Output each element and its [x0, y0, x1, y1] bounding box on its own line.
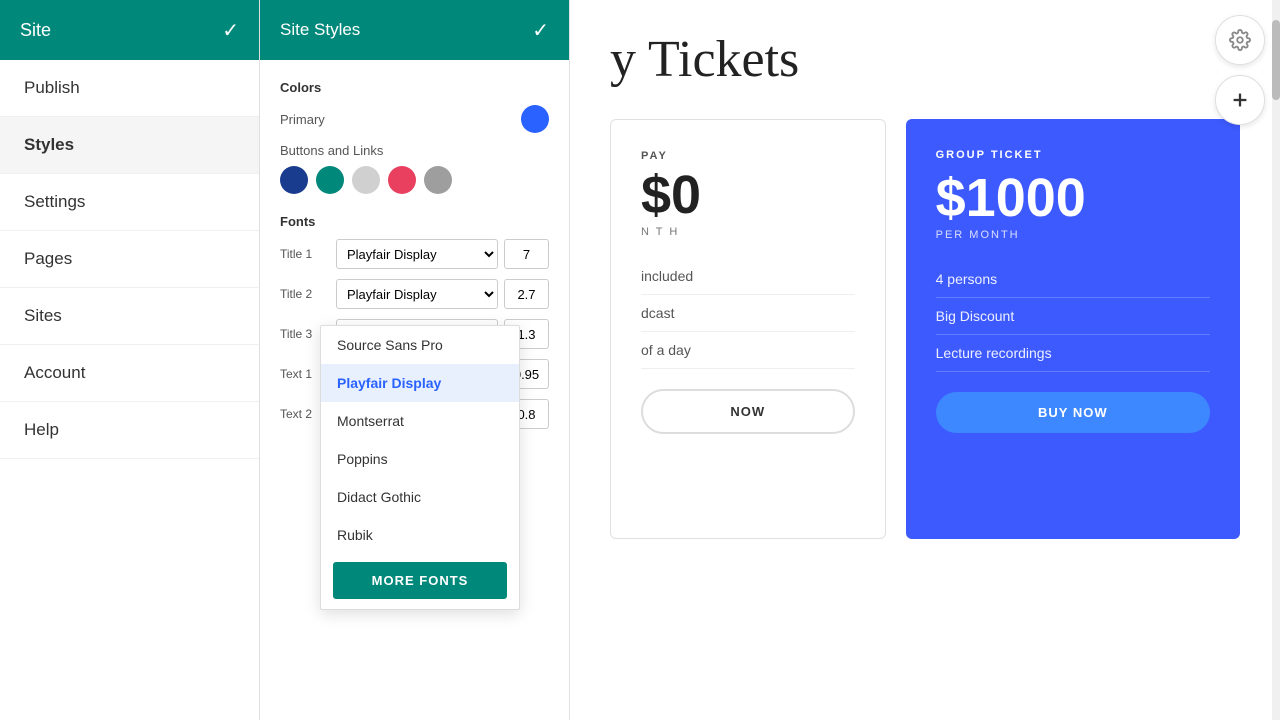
- white-ticket-type: PAY: [641, 150, 855, 162]
- swatch-pink-red[interactable]: [388, 166, 416, 194]
- fonts-section-label: Fonts: [280, 214, 549, 229]
- buttons-links-label: Buttons and Links: [280, 143, 549, 158]
- font-select-title2[interactable]: Playfair Display: [336, 279, 498, 309]
- dropdown-option-playfair-display[interactable]: Playfair Display: [321, 364, 519, 402]
- dropdown-option-didact-gothic[interactable]: Didact Gothic: [321, 478, 519, 516]
- white-price-currency: $: [641, 165, 671, 225]
- color-swatches: [280, 166, 549, 194]
- styles-panel-title: Site Styles: [280, 20, 360, 40]
- scroll-thumb[interactable]: [1272, 20, 1280, 100]
- blue-buy-now-button[interactable]: BUY NOW: [936, 392, 1210, 433]
- dropdown-option-source-sans-pro[interactable]: Source Sans Pro: [321, 326, 519, 364]
- sidebar-item-settings[interactable]: Settings: [0, 174, 259, 231]
- list-item: 4 persons: [936, 261, 1210, 298]
- top-right-icons: [1215, 15, 1265, 125]
- font-size-title1[interactable]: [504, 239, 549, 269]
- white-ticket-period: N T H: [641, 226, 855, 238]
- list-item: included: [641, 258, 855, 295]
- white-ticket-card: PAY $0 N T H included dcast of a day NOW: [610, 119, 886, 539]
- list-item: of a day: [641, 332, 855, 369]
- dropdown-option-montserrat[interactable]: Montserrat: [321, 402, 519, 440]
- swatch-dark-blue[interactable]: [280, 166, 308, 194]
- blue-ticket-period: PER MONTH: [936, 229, 1210, 241]
- sidebar-header: Site ✓: [0, 0, 259, 60]
- list-item: Lecture recordings: [936, 335, 1210, 372]
- sidebar-nav: Publish Styles Settings Pages Sites Acco…: [0, 60, 259, 459]
- font-dropdown: Source Sans Pro Playfair Display Montser…: [320, 325, 520, 610]
- sidebar-item-sites[interactable]: Sites: [0, 288, 259, 345]
- add-button[interactable]: [1215, 75, 1265, 125]
- primary-label: Primary: [280, 112, 325, 127]
- scrollbar[interactable]: [1272, 0, 1280, 720]
- list-item: Big Discount: [936, 298, 1210, 335]
- font-size-title2[interactable]: [504, 279, 549, 309]
- plus-icon: [1229, 89, 1251, 111]
- primary-row: Primary: [280, 105, 549, 133]
- more-fonts-button[interactable]: MORE FONTS: [333, 562, 507, 599]
- gear-icon: [1229, 29, 1251, 51]
- dropdown-option-rubik[interactable]: Rubik: [321, 516, 519, 554]
- page-title: y Tickets: [610, 30, 1240, 89]
- main-inner: y Tickets PAY $0 N T H included dcast of…: [570, 0, 1280, 720]
- white-buy-now-button[interactable]: NOW: [641, 389, 855, 434]
- font-label-title2: Title 2: [280, 287, 330, 301]
- blue-ticket-features: 4 persons Big Discount Lecture recording…: [936, 261, 1210, 372]
- sidebar-check-icon[interactable]: ✓: [222, 18, 239, 43]
- blue-ticket-card: GROUP TICKET $1000 PER MONTH 4 persons B…: [906, 119, 1240, 539]
- styles-panel-header: Site Styles ✓: [260, 0, 569, 60]
- sidebar: Site ✓ Publish Styles Settings Pages Sit…: [0, 0, 260, 720]
- blue-ticket-price: $1000: [936, 171, 1210, 225]
- white-ticket-features: included dcast of a day: [641, 258, 855, 369]
- font-row-title1: Title 1 Playfair Display Source Sans Pro…: [280, 239, 549, 269]
- sidebar-item-help[interactable]: Help: [0, 402, 259, 459]
- font-label-title1: Title 1: [280, 247, 330, 261]
- colors-section: Colors Primary Buttons and Links: [280, 80, 549, 194]
- tickets-row: PAY $0 N T H included dcast of a day NOW…: [610, 119, 1240, 539]
- swatch-medium-gray[interactable]: [424, 166, 452, 194]
- settings-icon-button[interactable]: [1215, 15, 1265, 65]
- styles-panel: Site Styles ✓ Colors Primary Buttons and…: [260, 0, 570, 720]
- font-row-title2: Title 2 Playfair Display: [280, 279, 549, 309]
- dropdown-option-poppins[interactable]: Poppins: [321, 440, 519, 478]
- font-select-title1[interactable]: Playfair Display Source Sans Pro Montser…: [336, 239, 498, 269]
- swatch-light-gray[interactable]: [352, 166, 380, 194]
- styles-panel-body: Colors Primary Buttons and Links Fonts T…: [260, 60, 569, 720]
- main-content: y Tickets PAY $0 N T H included dcast of…: [570, 0, 1280, 720]
- sidebar-item-pages[interactable]: Pages: [0, 231, 259, 288]
- styles-panel-check-icon[interactable]: ✓: [532, 18, 549, 43]
- swatch-teal[interactable]: [316, 166, 344, 194]
- sidebar-item-styles[interactable]: Styles: [0, 117, 259, 174]
- white-ticket-price: $0: [641, 168, 855, 222]
- blue-price-currency: $: [936, 168, 966, 228]
- sidebar-item-account[interactable]: Account: [0, 345, 259, 402]
- primary-color-swatch[interactable]: [521, 105, 549, 133]
- colors-section-label: Colors: [280, 80, 549, 95]
- list-item: dcast: [641, 295, 855, 332]
- sidebar-item-publish[interactable]: Publish: [0, 60, 259, 117]
- sidebar-title: Site: [20, 20, 51, 41]
- blue-ticket-type: GROUP TICKET: [936, 149, 1210, 161]
